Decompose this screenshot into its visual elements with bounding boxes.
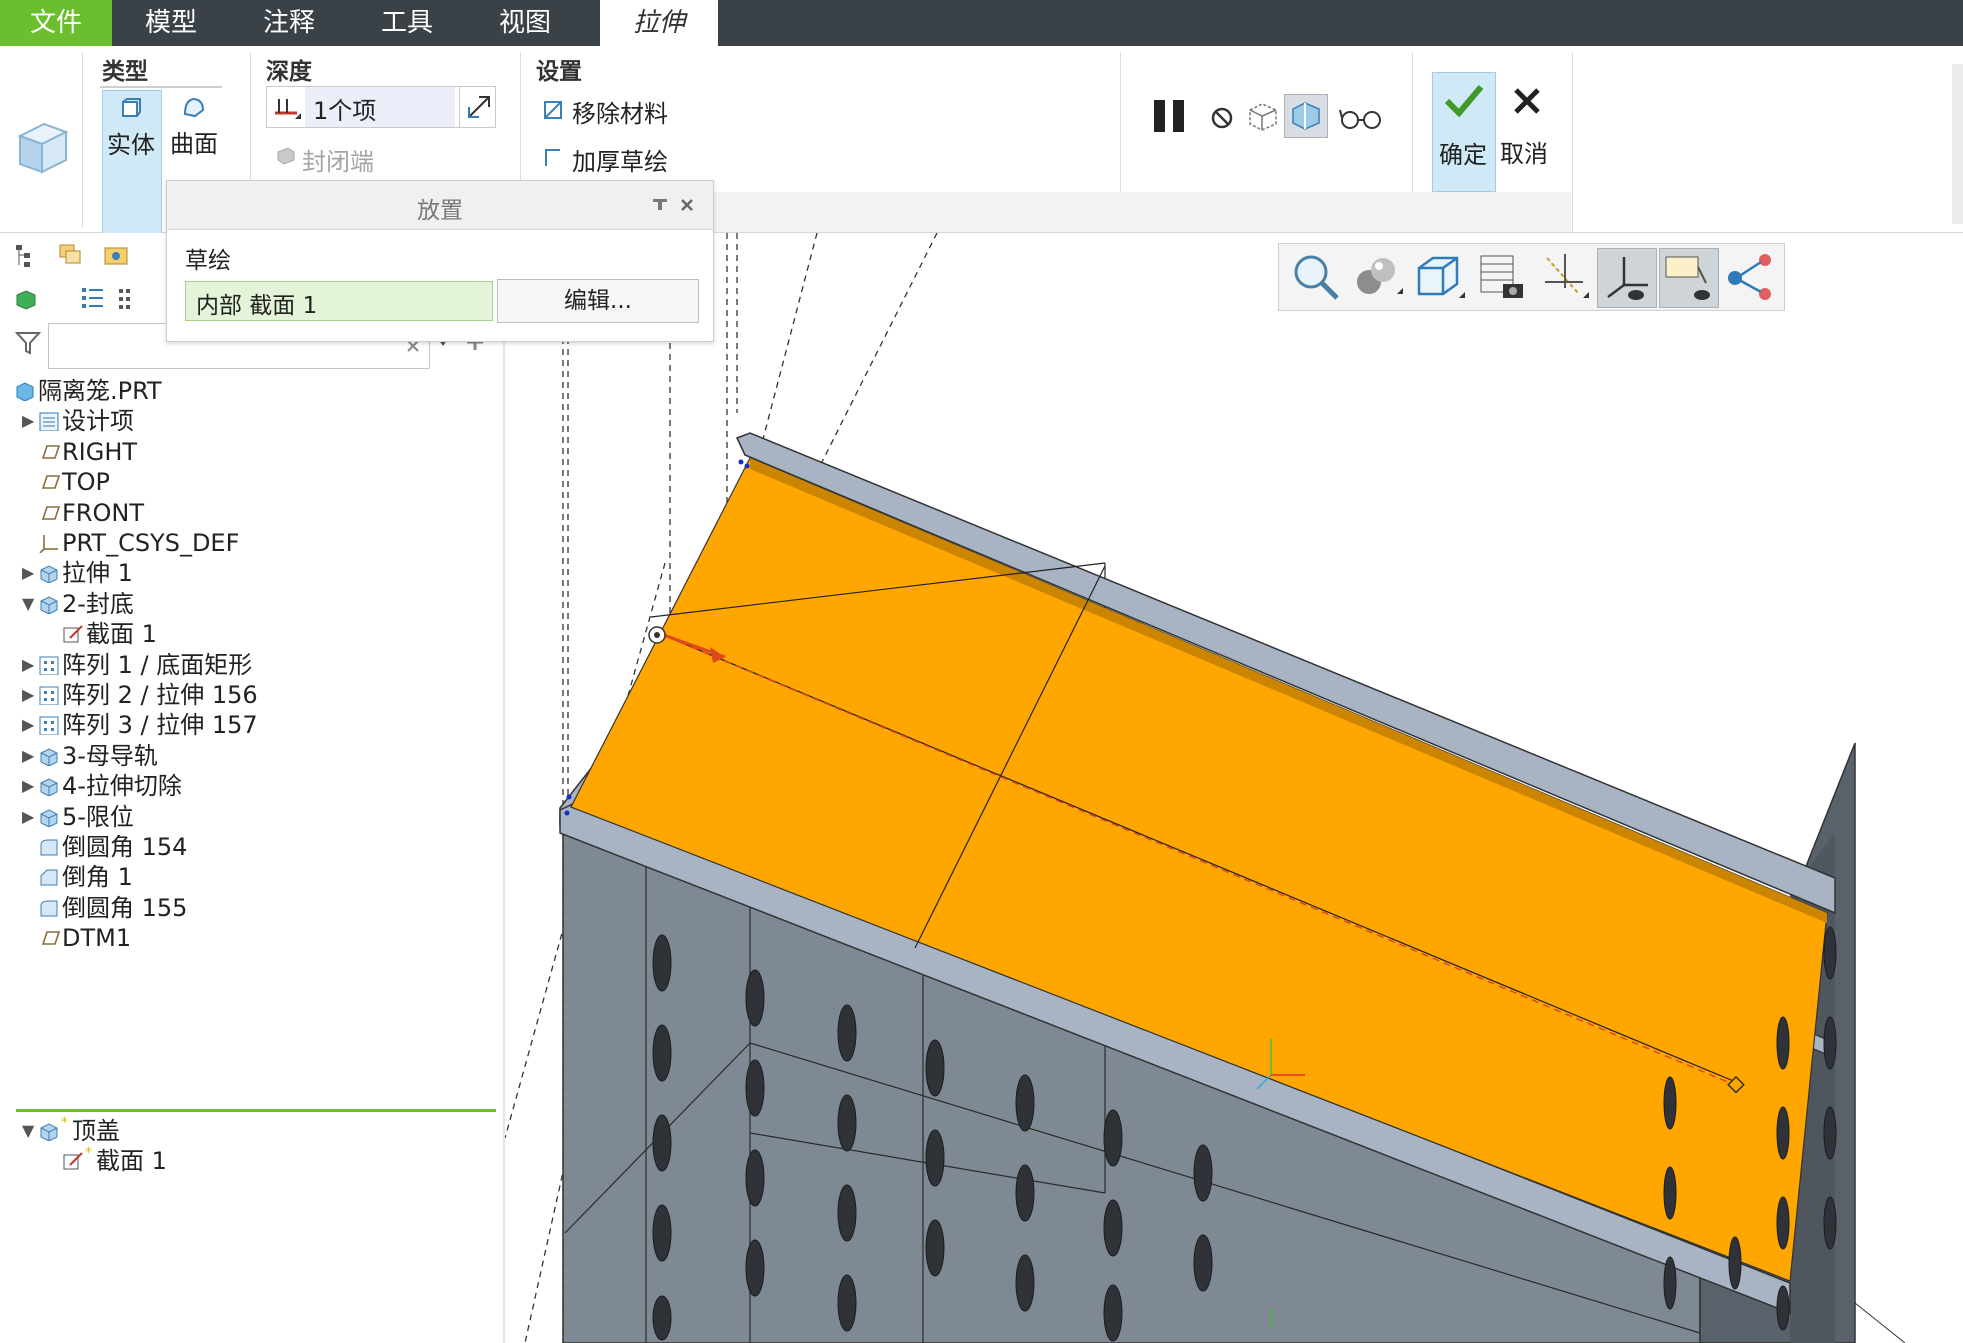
appearance-icon[interactable]	[1349, 248, 1407, 306]
close-panel-icon[interactable]	[679, 197, 695, 213]
surface-button[interactable]: 曲面	[166, 90, 222, 170]
extrude-icon	[40, 778, 58, 797]
tree-item[interactable]: DTM1	[0, 920, 500, 956]
csys-icon	[39, 535, 58, 553]
datum-plane-icon	[41, 444, 60, 459]
round-icon	[40, 900, 58, 917]
verify-mode-icon[interactable]	[1338, 104, 1384, 134]
extrude-icon	[40, 565, 58, 584]
solid-button[interactable]: 实体	[102, 90, 162, 234]
extrude-icon	[40, 809, 58, 827]
ok-button[interactable]: 确定	[1432, 72, 1496, 192]
in-graphics-toolbar	[1278, 243, 1785, 311]
blind-depth-icon	[275, 99, 301, 119]
tree-settings-icon[interactable]	[80, 285, 106, 313]
sketch-collector[interactable]: 内部 截面 1	[185, 281, 493, 321]
edit-sketch-button[interactable]: 编辑...	[497, 279, 699, 323]
extrude-icon	[40, 748, 58, 766]
thicken-sketch-option[interactable]: 加厚草绘	[540, 140, 710, 176]
datum-plane-icon	[41, 475, 60, 489]
tab-tools[interactable]: 工具	[348, 0, 466, 46]
preview-feature-button[interactable]	[1284, 94, 1328, 138]
insert-here-indicator[interactable]	[16, 1109, 496, 1112]
cancel-label: 取消	[1500, 140, 1548, 168]
tab-extrude[interactable]: 拉伸	[600, 0, 718, 46]
solid-icon	[122, 98, 141, 117]
design-items-icon	[39, 412, 59, 432]
datum-display-icon[interactable]	[1535, 248, 1593, 306]
depth-group-title: 深度	[266, 59, 312, 85]
tab-file[interactable]: 文件	[0, 0, 112, 46]
settings-group-title: 设置	[536, 59, 582, 85]
model-tree-pane: 隔离笼.PRT ▶ 设计项 RIGHT TOP FRONT PRT_CSYS_DEF ▶ 拉伸 …	[0, 233, 505, 1343]
datum-plane-icon	[41, 931, 60, 945]
sketch-icon	[63, 1152, 83, 1170]
depth-value: 1个项	[313, 97, 377, 125]
preview-geometry-icon[interactable]	[1246, 100, 1280, 134]
capped-ends-label: 封闭端	[302, 148, 374, 176]
solid-label: 实体	[107, 131, 155, 159]
pause-icon[interactable]	[1150, 96, 1190, 136]
model-tree-tab-icon[interactable]	[14, 243, 36, 269]
csys-display-icon[interactable]	[1597, 248, 1657, 308]
thicken-sketch-label: 加厚草绘	[572, 148, 668, 176]
model-tree: 隔离笼.PRT ▶ 设计项 RIGHT TOP FRONT PRT_CSYS_DEF ▶ 拉伸 …	[0, 373, 500, 1343]
tree-item[interactable]: * 截面 1	[0, 1143, 500, 1179]
chamfer-icon	[40, 869, 58, 886]
no-preview-icon[interactable]	[1208, 104, 1236, 132]
filter-icon[interactable]	[14, 329, 42, 357]
surface-icon	[183, 97, 205, 118]
sketch-icon	[63, 625, 83, 643]
sketch-collector-value: 内部 截面 1	[196, 293, 318, 319]
extrude-icon	[40, 596, 58, 614]
capped-ends-option[interactable]: 封闭端	[272, 138, 472, 176]
new-feature-marker-icon: *	[85, 1145, 92, 1162]
placement-panel: 放置 草绘 内部 截面 1 编辑...	[166, 180, 714, 342]
placement-panel-header: 放置	[167, 181, 713, 230]
sketch-label: 草绘	[185, 248, 231, 274]
display-style-icon[interactable]	[1411, 248, 1469, 306]
type-group-title: 类型	[102, 59, 148, 85]
remove-material-option[interactable]: 移除材料	[540, 92, 710, 128]
checkmark-icon	[1444, 85, 1484, 118]
round-icon	[40, 839, 58, 856]
layers-tab-icon[interactable]	[56, 241, 84, 269]
tab-view[interactable]: 视图	[466, 0, 584, 46]
pin-icon[interactable]	[651, 197, 669, 213]
pattern-icon	[39, 656, 59, 675]
graphics-viewport[interactable]	[505, 233, 1963, 1343]
tree-item-label: DTM1	[62, 924, 132, 953]
close-icon	[1514, 88, 1540, 114]
capped-ends-icon	[277, 147, 295, 165]
remove-material-label: 移除材料	[572, 100, 668, 128]
datum-plane-icon	[41, 505, 60, 520]
cancel-button[interactable]: 取消	[1496, 72, 1558, 190]
part-icon	[16, 382, 34, 401]
ribbon-scroll-edge	[1952, 64, 1963, 224]
zoom-icon[interactable]	[1287, 248, 1345, 306]
surface-label: 曲面	[170, 130, 218, 158]
saved-views-icon[interactable]	[1473, 248, 1531, 306]
annotation-display-icon[interactable]	[1659, 248, 1719, 308]
extrude-icon	[40, 1123, 58, 1141]
tree-display-icon[interactable]	[14, 287, 38, 311]
depth-selector[interactable]: 1个项	[266, 86, 496, 128]
menu-bar: 文件 模型 注释 工具 视图 拉伸	[0, 0, 1963, 46]
ok-label: 确定	[1439, 141, 1487, 169]
folder-browser-tab-icon[interactable]	[102, 241, 130, 269]
spin-center-icon[interactable]	[1721, 248, 1779, 306]
pattern-icon	[39, 716, 59, 736]
tree-columns-icon[interactable]	[116, 287, 132, 313]
placement-panel-title: 放置	[417, 198, 463, 224]
model-view[interactable]	[505, 233, 1963, 1343]
remove-material-icon	[544, 101, 562, 119]
tab-annotate[interactable]: 注释	[230, 0, 348, 46]
tree-item-label: 截面 1	[96, 1147, 167, 1176]
tab-model[interactable]: 模型	[112, 0, 230, 46]
flip-direction-icon[interactable]	[465, 93, 493, 121]
thicken-sketch-icon	[545, 149, 560, 166]
pattern-icon	[39, 686, 59, 705]
preview-feature-icon	[1292, 102, 1320, 130]
extrude-feature-icon	[17, 122, 69, 174]
